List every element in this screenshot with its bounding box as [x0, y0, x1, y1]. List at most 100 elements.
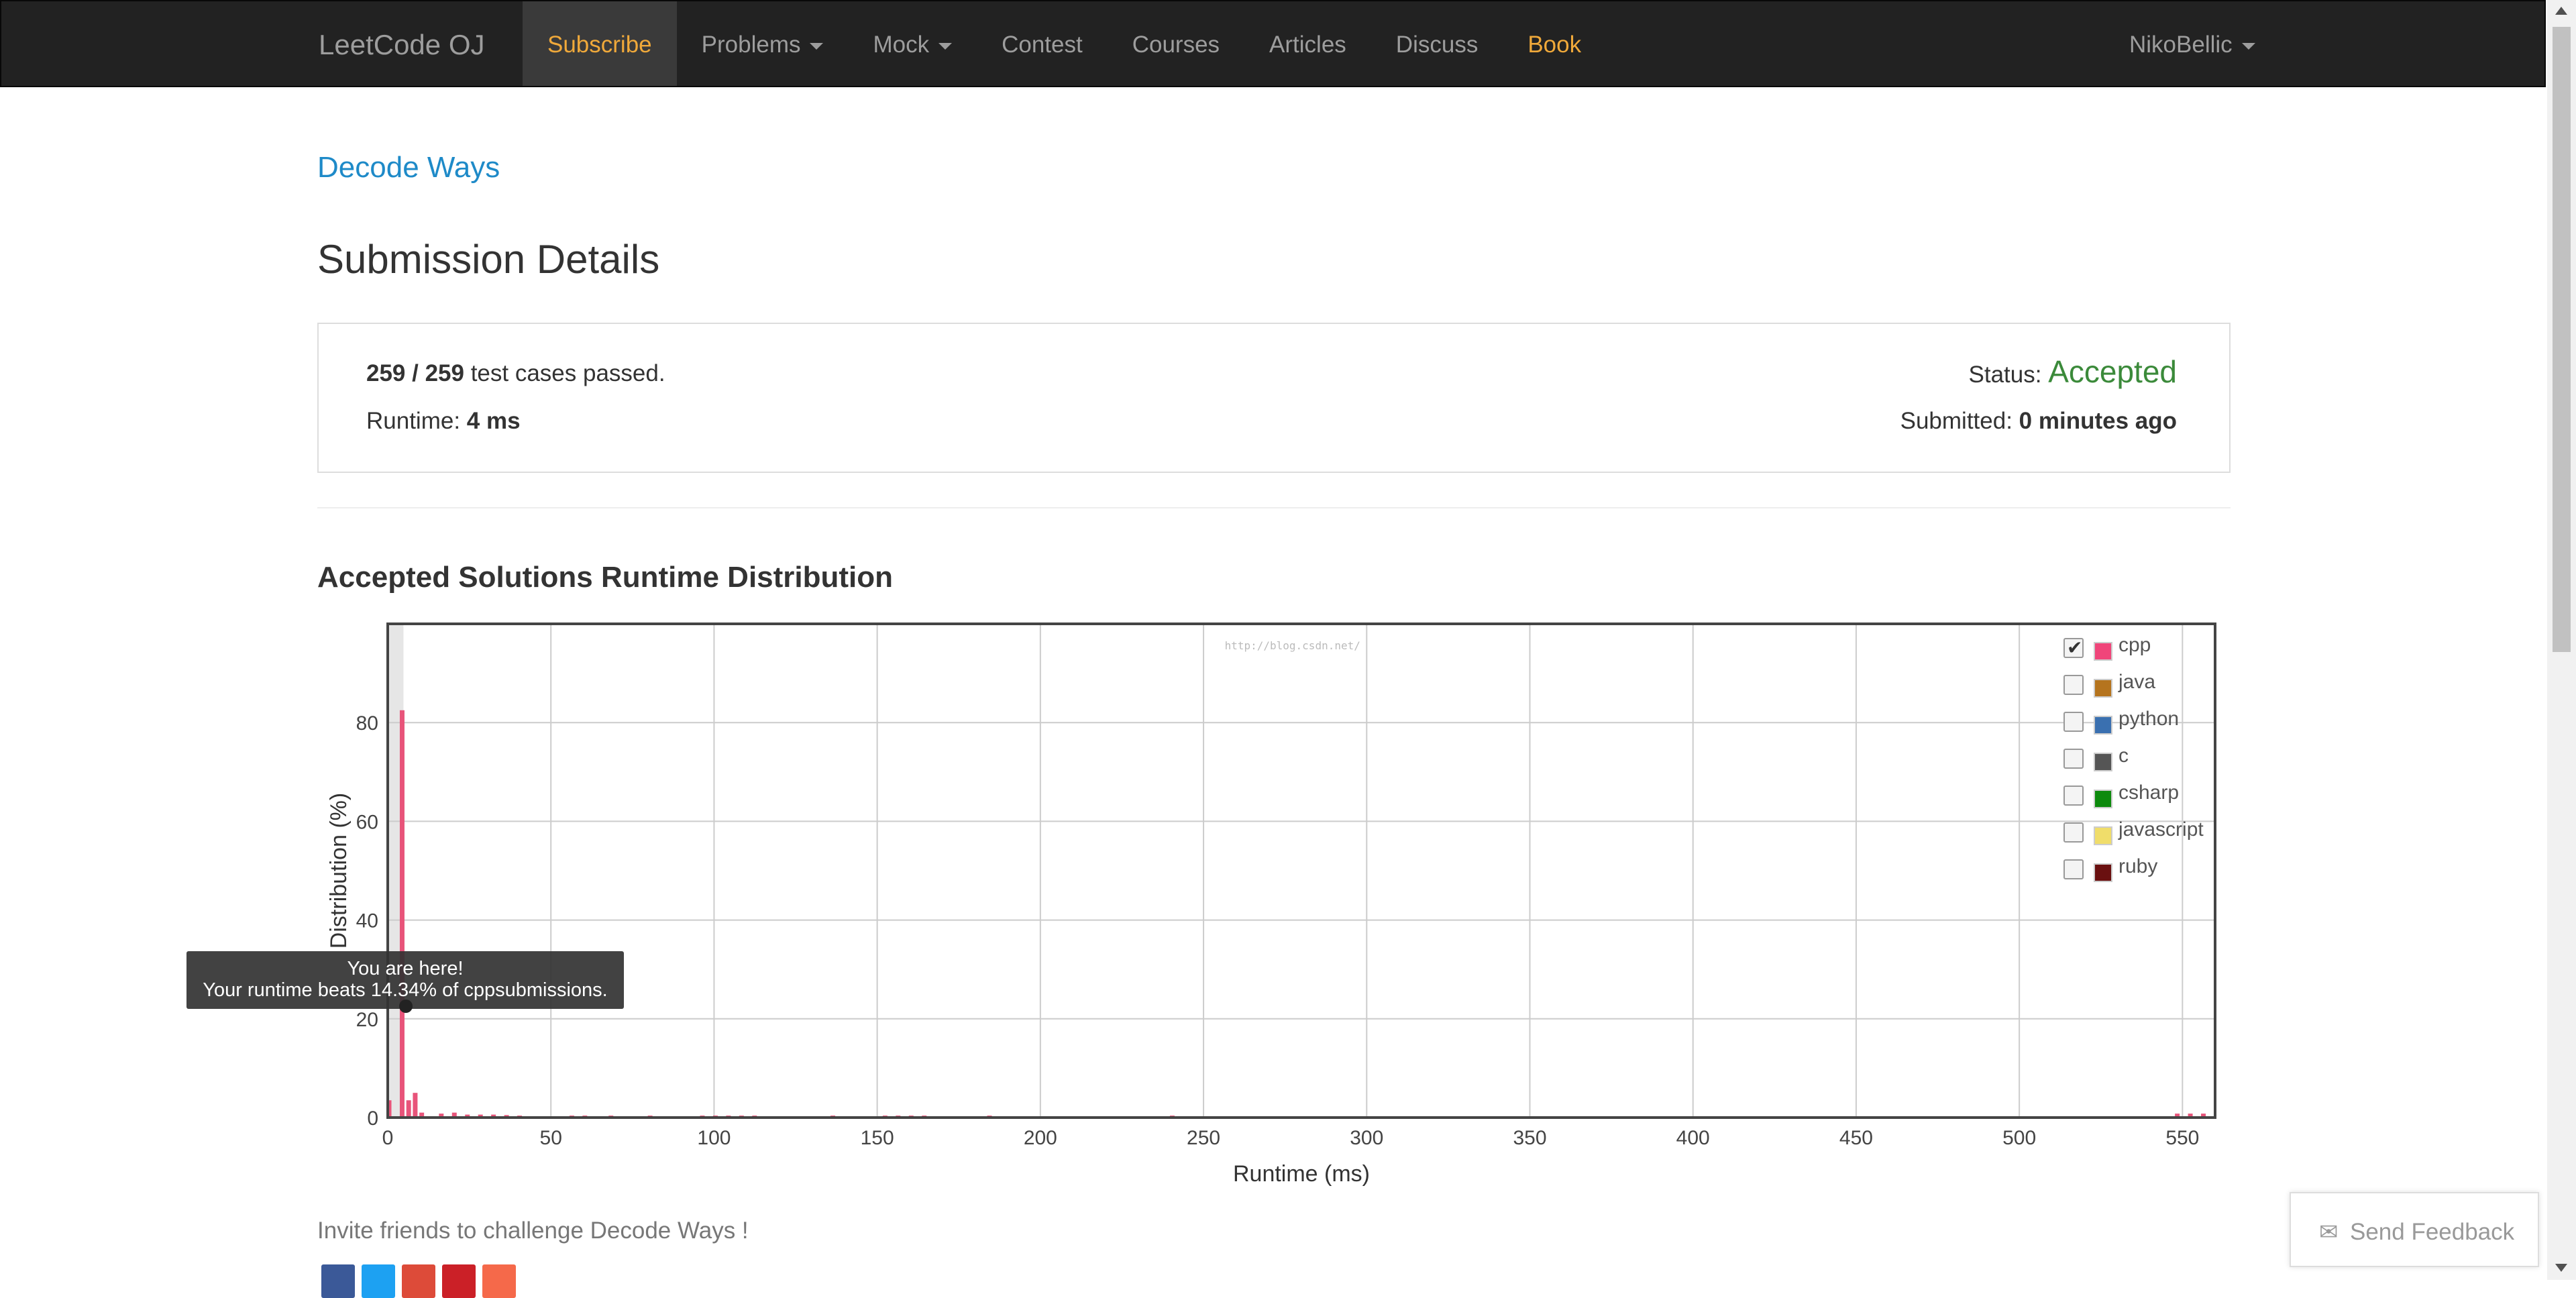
chevron-down-icon: [938, 42, 953, 50]
you-are-here-marker: [399, 999, 413, 1013]
y-tick-label: 60: [356, 811, 378, 833]
nav-item-label: Book: [1527, 32, 1582, 58]
submitted-line: Submitted: 0 minutes ago: [1900, 408, 2177, 435]
nav-item-articles[interactable]: Articles: [1244, 1, 1371, 86]
scroll-thumb[interactable]: [2553, 27, 2571, 652]
legend-checkbox[interactable]: [2063, 712, 2084, 732]
legend-swatch: [2094, 679, 2112, 698]
legend-label: csharp: [2118, 781, 2180, 804]
nav-item-label: Courses: [1132, 32, 1220, 58]
legend-checkbox[interactable]: [2063, 675, 2084, 695]
legend-item-java[interactable]: java: [2063, 671, 2224, 698]
legend-checkbox[interactable]: [2063, 822, 2084, 843]
x-tick-label: 250: [1187, 1127, 1220, 1149]
submitted-value: 0 minutes ago: [2019, 408, 2177, 434]
bar-cpp: [399, 710, 405, 1118]
twitter-share-button[interactable]: [362, 1264, 395, 1298]
x-tick-label: 350: [1513, 1127, 1546, 1149]
plot-area: [388, 624, 2215, 1118]
legend-label: python: [2118, 708, 2180, 730]
legend-label: java: [2118, 671, 2156, 693]
nav-item-courses[interactable]: Courses: [1108, 1, 1244, 86]
legend-swatch: [2094, 753, 2112, 771]
y-axis-label: Distribution (%): [326, 793, 352, 949]
nav-item-label: Subscribe: [547, 32, 652, 58]
status-badge[interactable]: Accepted: [2048, 354, 2177, 389]
runtime-distribution-chart[interactable]: http://blog.csdn.net/0 50 100 150 200 250 300 3…: [309, 614, 2241, 1191]
top-navbar: LeetCode OJ Subscribe Problems Mock Contest…: [0, 0, 2546, 87]
test-cases-suffix: test cases passed.: [470, 360, 665, 386]
x-tick-label: 200: [1024, 1127, 1057, 1149]
nav-item-book[interactable]: Book: [1503, 1, 1606, 86]
legend-swatch: [2094, 790, 2112, 808]
status-line: Status: Accepted: [1969, 354, 2177, 390]
pinterest-share-button[interactable]: [442, 1264, 476, 1298]
user-name: NikoBellic: [2129, 32, 2233, 58]
distribution-title: Accepted Solutions Runtime Distribution: [317, 561, 894, 594]
legend-checkbox[interactable]: [2063, 786, 2084, 806]
nav-item-mock[interactable]: Mock: [848, 1, 977, 86]
legend-checkbox[interactable]: [2063, 749, 2084, 769]
google-plus-share-button[interactable]: [402, 1264, 435, 1298]
legend-label: c: [2118, 745, 2129, 767]
x-tick-label: 550: [2165, 1127, 2199, 1149]
nav-item-subscribe[interactable]: Subscribe: [523, 1, 677, 86]
status-label: Status:: [1968, 362, 2042, 388]
legend-label: cpp: [2118, 634, 2151, 656]
nav-item-discuss[interactable]: Discuss: [1371, 1, 1503, 86]
legend-checkbox[interactable]: [2063, 859, 2084, 879]
legend-item-c[interactable]: c: [2063, 745, 2224, 771]
submitted-label: Submitted:: [1900, 408, 2012, 434]
user-menu[interactable]: NikoBellic: [2129, 1, 2255, 89]
x-tick-label: 300: [1350, 1127, 1383, 1149]
problem-title-link[interactable]: Decode Ways: [317, 151, 500, 184]
nav-item-label: Discuss: [1395, 32, 1479, 58]
x-tick-label: 450: [1839, 1127, 1873, 1149]
submission-summary-panel: 259 / 259 test cases passed. Runtime: 4 …: [317, 323, 2231, 473]
tooltip-line1: You are here!: [347, 958, 464, 979]
y-tick-label: 20: [356, 1009, 378, 1031]
x-tick-label: 150: [861, 1127, 894, 1149]
x-tick-label: 100: [697, 1127, 731, 1149]
bar-cpp: [406, 1100, 411, 1118]
legend-swatch: [2094, 716, 2112, 735]
legend-item-csharp[interactable]: csharp: [2063, 781, 2224, 808]
chevron-down-icon: [2241, 42, 2255, 50]
legend-item-cpp[interactable]: cpp: [2063, 634, 2224, 661]
page-scrollbar[interactable]: [2547, 0, 2576, 1280]
nav-item-label: Articles: [1269, 32, 1346, 58]
x-tick-label: 500: [2002, 1127, 2036, 1149]
y-tick-label: 40: [356, 910, 378, 932]
send-feedback-label: Send Feedback: [2350, 1219, 2515, 1245]
legend-item-ruby[interactable]: ruby: [2063, 855, 2224, 882]
legend-item-javascript[interactable]: javascript: [2063, 818, 2224, 845]
x-tick-label: 0: [382, 1127, 394, 1149]
legend-swatch: [2094, 826, 2112, 845]
more-share-button[interactable]: [482, 1264, 516, 1298]
nav-menu: Subscribe Problems Mock Contest Courses Artic…: [523, 1, 1606, 89]
scroll-up-icon[interactable]: [2555, 7, 2567, 15]
tooltip-line2: Your runtime beats 14.34% of cppsubmissi…: [203, 979, 608, 1001]
runtime-value: 4 ms: [466, 408, 521, 434]
section-divider: [317, 507, 2231, 508]
watermark: http://blog.csdn.net/: [1225, 639, 1360, 652]
legend-label: ruby: [2118, 855, 2158, 877]
legend-swatch: [2094, 863, 2112, 882]
page-title: Submission Details: [317, 237, 660, 282]
x-axis-label: Runtime (ms): [1233, 1161, 1370, 1187]
legend-checkbox[interactable]: [2063, 637, 2084, 659]
nav-item-label: Mock: [873, 32, 930, 58]
nav-item-label: Contest: [1002, 32, 1083, 58]
scroll-down-icon[interactable]: [2555, 1264, 2567, 1272]
chevron-down-icon: [810, 42, 824, 50]
brand-logo[interactable]: LeetCode OJ: [319, 1, 485, 89]
share-buttons: [321, 1264, 516, 1298]
nav-item-problems[interactable]: Problems: [677, 1, 849, 86]
legend-item-python[interactable]: python: [2063, 708, 2224, 735]
nav-item-contest[interactable]: Contest: [977, 1, 1108, 86]
y-tick-label: 80: [356, 712, 378, 735]
x-tick-label: 50: [540, 1127, 562, 1149]
runtime-line: Runtime: 4 ms: [366, 408, 521, 435]
send-feedback-button[interactable]: ✉ Send Feedback: [2290, 1192, 2539, 1267]
facebook-share-button[interactable]: [321, 1264, 355, 1298]
